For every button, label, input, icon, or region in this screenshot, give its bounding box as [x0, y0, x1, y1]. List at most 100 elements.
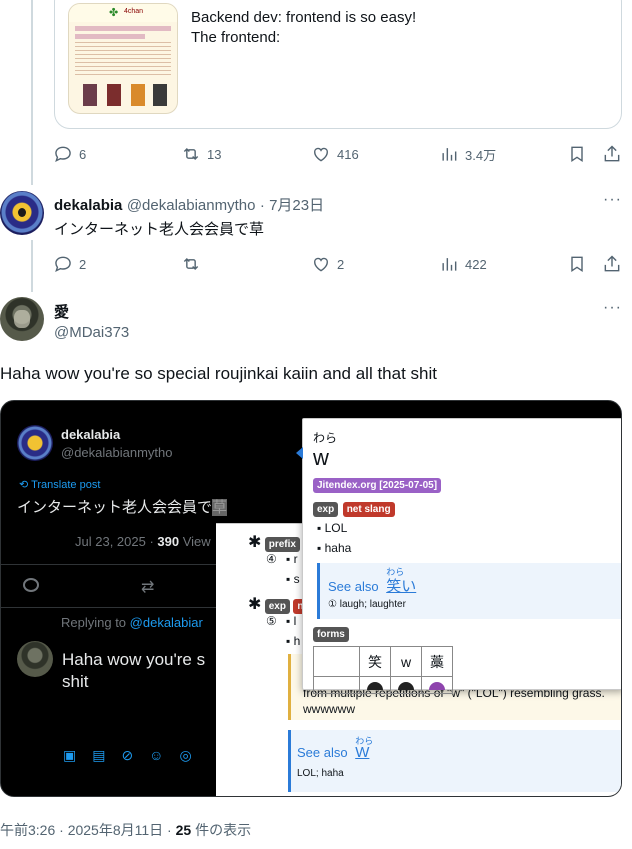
bookmark-icon [571, 146, 583, 162]
sense-5-bullet: ▪ l [286, 614, 297, 628]
popup-glosses: ▪ LOL ▪ haha [317, 521, 352, 555]
forms-table: 笑 w 藁 [313, 646, 453, 694]
user-handle[interactable]: @dekalabianmytho [127, 197, 256, 214]
display-name[interactable]: dekalabia [54, 197, 122, 214]
repost-icon [183, 147, 199, 161]
views-button[interactable]: 3.4万 [439, 144, 496, 164]
replying-to: Replying to @dekalabiar [61, 615, 203, 630]
reply-button[interactable]: 2 [53, 254, 86, 274]
post-timestamp[interactable]: 午前3:26 · 2025年8月11日 · [0, 822, 176, 838]
like-button[interactable]: 416 [311, 144, 359, 164]
form-3: 藁 [421, 646, 453, 677]
reply-icon [55, 256, 71, 273]
repost-count: 13 [207, 146, 222, 162]
screenshot-avatar [17, 425, 53, 461]
popup-source: Jitendex.org [2025-07-05] [313, 478, 442, 493]
note-www: wwwwww [303, 702, 355, 716]
tag-exp: exp [264, 599, 290, 614]
repost-button[interactable] [181, 254, 201, 274]
thumb-logo-text: 4chan [124, 8, 144, 15]
views-number: 25 [175, 822, 192, 838]
sense-5-gloss: l [293, 614, 297, 628]
tag-prefix: prefix [264, 537, 300, 552]
dictionary-popup: わら w Jitendex.org [2025-07-05] exp net s… [296, 418, 621, 694]
see-also-gloss-2: LOL; haha [297, 768, 344, 779]
views-label: 件の表示 [191, 822, 252, 838]
avatar[interactable] [0, 191, 44, 235]
like-count: 416 [337, 146, 359, 162]
see-also-label-2: See also [297, 745, 348, 760]
see-also-row: See also わら 笑い [328, 567, 416, 596]
popup-tags: exp net slang [313, 499, 395, 517]
reply-count: 6 [79, 146, 87, 162]
screenshot-name: dekalabia [61, 427, 121, 442]
frequency-dot-icon [429, 682, 445, 690]
see-also-gloss: ① laugh; laughter [328, 599, 406, 610]
form-1: 笑 [359, 646, 391, 677]
post-date[interactable]: · 7月23日 [260, 197, 324, 214]
like-count: 2 [337, 256, 345, 272]
bookmark-button[interactable] [567, 254, 587, 274]
screenshot-views-label: View [179, 534, 211, 549]
tag-net-slang: net slang [342, 502, 395, 517]
clover-icon: ✤ [109, 7, 119, 19]
replying-handle: @dekalabiar [129, 615, 203, 630]
bookmark-icon [571, 256, 583, 272]
tag-exp: exp [313, 502, 339, 517]
reply-count: 2 [79, 256, 87, 272]
sense-number-5: ⑤ [266, 614, 277, 628]
heart-icon [314, 257, 328, 272]
frequency-dot-icon [367, 682, 383, 690]
share-icon [604, 255, 620, 272]
frequency-dot-icon [398, 682, 414, 690]
like-button[interactable]: 2 [311, 254, 344, 274]
bookmark-button[interactable] [567, 144, 587, 164]
user-handle[interactable]: @MDai373 [54, 324, 129, 341]
screenshot-meta: Jul 23, 2025 · 390 View [75, 534, 211, 549]
popup-reading: わら [313, 431, 338, 445]
more-options-icon[interactable]: ··· [603, 299, 622, 317]
sense-4-bullet: ▪ r [286, 552, 298, 566]
reply-button[interactable]: 6 [53, 144, 86, 164]
avatar[interactable] [0, 297, 44, 341]
screenshot-reply-line2: shit [62, 672, 89, 691]
post-meta-footer: 午前3:26 · 2025年8月11日 · 25 件の表示 [0, 820, 251, 840]
more-options-icon[interactable]: ··· [603, 191, 622, 209]
popup-pointer-icon [296, 447, 303, 459]
thread-line [31, 240, 33, 292]
popup-term: w [313, 445, 329, 470]
sense-number-4: ④ [266, 552, 277, 566]
reply1-text: インターネット老人会会員で草 [54, 221, 265, 238]
quoted-post-text: Backend dev: frontend is so easy! The fr… [191, 8, 416, 48]
quoted-text-line1: Backend dev: frontend is so easy! [191, 9, 417, 26]
attached-image[interactable]: dekalabia @dekalabianmytho ⟲ Translate p… [0, 400, 622, 797]
share-button[interactable] [602, 254, 622, 274]
display-name[interactable]: 愛 [54, 301, 69, 322]
share-button[interactable] [602, 144, 622, 164]
reply1-header: dekalabia @dekalabianmytho · 7月23日 [54, 194, 324, 215]
forms-label: forms [313, 627, 349, 642]
reply-icon [55, 146, 71, 163]
see-also-word: わら 笑い [386, 567, 416, 596]
see-also-label: See also [328, 579, 379, 594]
screenshot-reply-avatar [17, 641, 53, 677]
screenshot-tweet-text: インターネット老人会会員で草 [17, 496, 228, 517]
see-also-ruby: わら [386, 567, 405, 577]
gloss-1: LOL [324, 521, 348, 535]
screenshot-repost-icon: ⇄ [141, 579, 155, 596]
gloss-2: haha [324, 541, 352, 555]
analytics-icon [442, 148, 457, 161]
views-button[interactable]: 422 [439, 254, 487, 274]
translate-icon: ⟲ [19, 479, 29, 491]
post-text: Haha wow you're so special roujinkai kai… [0, 364, 437, 383]
views-count: 3.4万 [465, 147, 497, 163]
translate-link: ⟲ Translate post [19, 478, 100, 491]
screenshot-reply-text: Haha wow you're s shit [62, 649, 205, 693]
analytics-icon [442, 258, 457, 271]
screenshot-views-num: 390 [157, 534, 180, 549]
quoted-post-image[interactable]: ✤ 4chan [68, 3, 178, 114]
see-also-ruby-2: わら [355, 736, 374, 746]
screenshot-reply-icon [23, 578, 39, 592]
repost-button[interactable]: 13 [181, 144, 221, 164]
see-also-box-2: See also わら W LOL; haha [288, 730, 621, 792]
